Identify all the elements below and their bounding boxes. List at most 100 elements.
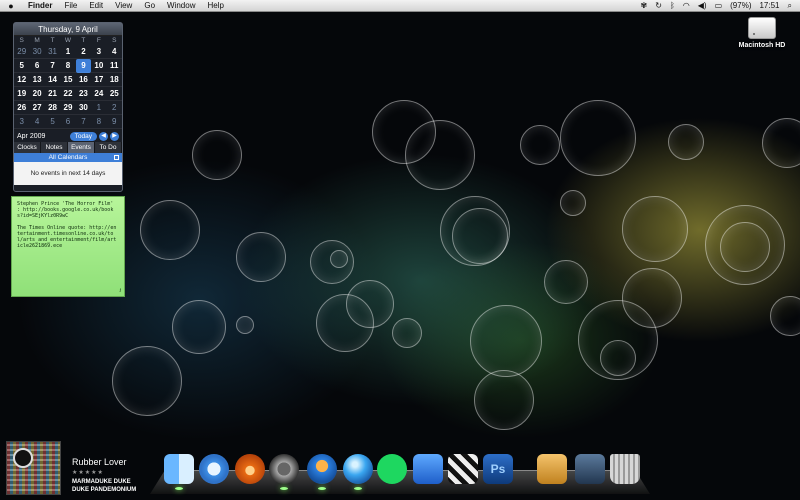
- calendar-day[interactable]: 22: [60, 87, 76, 101]
- calendar-day[interactable]: 31: [44, 45, 61, 59]
- bokeh-bubble: [470, 305, 542, 377]
- calendar-day[interactable]: 4: [106, 45, 122, 59]
- track-rating[interactable]: ★★★★★: [72, 469, 104, 476]
- calendar-day[interactable]: 6: [60, 115, 76, 129]
- calendar-day[interactable]: 30: [29, 45, 45, 59]
- menu-bar: ● Finder File Edit View Go Window Help ✾…: [0, 0, 800, 12]
- info-icon[interactable]: i: [119, 288, 121, 294]
- menu-help[interactable]: Help: [201, 1, 229, 10]
- bokeh-bubble: [622, 268, 682, 328]
- sticky-note-widget[interactable]: Stephen Prince 'The Horror Film' : http:…: [11, 196, 125, 297]
- calendar-day[interactable]: 8: [60, 59, 76, 73]
- menu-view[interactable]: View: [109, 1, 138, 10]
- calendar-day[interactable]: 4: [29, 115, 45, 129]
- dock-item-trash[interactable]: [609, 454, 641, 490]
- calendar-day[interactable]: 21: [44, 87, 61, 101]
- calendar-day[interactable]: 30: [75, 101, 92, 115]
- collapse-icon[interactable]: [114, 155, 119, 160]
- calendar-day[interactable]: 11: [106, 59, 122, 73]
- menu-edit[interactable]: Edit: [83, 1, 109, 10]
- dock-item-audio[interactable]: [268, 454, 300, 490]
- dock-item-clapper[interactable]: [447, 454, 479, 490]
- today-button[interactable]: Today: [69, 131, 97, 141]
- dock-item-safari[interactable]: [198, 454, 230, 490]
- battery-percent[interactable]: (97%): [730, 1, 751, 10]
- dock-item-globe[interactable]: [342, 454, 374, 490]
- menu-window[interactable]: Window: [161, 1, 201, 10]
- calendar-day[interactable]: 9: [106, 115, 122, 129]
- running-indicator: [175, 487, 183, 490]
- menu-go[interactable]: Go: [138, 1, 161, 10]
- calendar-day[interactable]: 16: [75, 73, 92, 87]
- dock-item-pencil[interactable]: [536, 454, 568, 490]
- dock-item-spotify[interactable]: [376, 454, 408, 490]
- calendar-day[interactable]: 2: [75, 45, 92, 59]
- dock-item-flag[interactable]: [412, 454, 444, 490]
- calendar-day[interactable]: 26: [14, 101, 30, 115]
- dock-item-bird[interactable]: [306, 454, 338, 490]
- calendar-day[interactable]: 7: [75, 115, 92, 129]
- calendar-day[interactable]: 3: [14, 115, 30, 129]
- calendar-day[interactable]: 8: [91, 115, 107, 129]
- macintosh-hd-icon[interactable]: Macintosh HD: [727, 17, 797, 49]
- calendar-day[interactable]: 1: [60, 45, 76, 59]
- spotlight-search-icon[interactable]: ⌕: [788, 1, 792, 11]
- calendar-day[interactable]: 23: [75, 87, 92, 101]
- weekday-label: S: [19, 37, 24, 44]
- dock-item-firefox[interactable]: [234, 454, 266, 490]
- dock-item-stack[interactable]: [574, 454, 606, 490]
- track-album: DUKE PANDEMONIUM: [72, 487, 137, 493]
- wifi-icon[interactable]: ◠: [683, 1, 690, 10]
- calendar-day[interactable]: 14: [44, 73, 61, 87]
- time-machine-icon[interactable]: ↻: [655, 1, 662, 10]
- calendar-day[interactable]: 24: [91, 87, 107, 101]
- tab-notes[interactable]: Notes: [41, 142, 68, 153]
- bokeh-bubble: [192, 130, 242, 180]
- bokeh-bubble: [770, 296, 800, 336]
- weekday-label: M: [34, 37, 40, 44]
- calendar-day[interactable]: 17: [91, 73, 107, 87]
- calendar-day[interactable]: 1: [91, 101, 107, 115]
- menu-clock[interactable]: 17:51: [759, 1, 779, 10]
- battery-icon[interactable]: ▭: [715, 1, 723, 10]
- calendar-day[interactable]: 5: [14, 59, 30, 73]
- next-month-icon[interactable]: ▶: [110, 131, 119, 141]
- calendar-day[interactable]: 25: [106, 87, 122, 101]
- tab-clocks[interactable]: Clocks: [14, 142, 41, 153]
- prev-month-icon[interactable]: ◀: [99, 131, 108, 141]
- bluetooth-icon[interactable]: ᛒ: [670, 1, 675, 10]
- menu-app-name[interactable]: Finder: [22, 1, 58, 10]
- calendar-day[interactable]: 18: [106, 73, 122, 87]
- calendar-day[interactable]: 19: [14, 87, 30, 101]
- calendar-day[interactable]: 9: [75, 59, 92, 73]
- calendar-day[interactable]: 28: [44, 101, 61, 115]
- tab-events[interactable]: Events: [68, 142, 95, 153]
- calendar-day[interactable]: 3: [91, 45, 107, 59]
- bokeh-bubble: [474, 370, 534, 430]
- calendar-day[interactable]: 29: [14, 45, 30, 59]
- calendar-day[interactable]: 29: [60, 101, 76, 115]
- bokeh-bubble: [452, 208, 508, 264]
- finder-icon: [164, 454, 194, 484]
- calendar-month-row: Apr 2009 Today ◀ ▶: [14, 129, 122, 142]
- calendar-day[interactable]: 2: [106, 101, 122, 115]
- dock-item-finder[interactable]: [163, 454, 195, 490]
- calendar-day[interactable]: 10: [91, 59, 107, 73]
- calendar-day[interactable]: 6: [29, 59, 45, 73]
- calendar-day[interactable]: 27: [29, 101, 45, 115]
- tab-todo[interactable]: To Do: [95, 142, 122, 153]
- calendar-section-header[interactable]: All Calendars: [14, 153, 122, 162]
- apple-logo-icon[interactable]: ●: [0, 1, 22, 11]
- calendar-day[interactable]: 20: [29, 87, 45, 101]
- calendar-day[interactable]: 15: [60, 73, 76, 87]
- calendar-day[interactable]: 7: [44, 59, 61, 73]
- calendar-day[interactable]: 13: [29, 73, 45, 87]
- calendar-day[interactable]: 5: [44, 115, 61, 129]
- bokeh-bubble: [720, 222, 770, 272]
- dock-item-photoshop[interactable]: Ps: [482, 454, 514, 490]
- volume-icon[interactable]: ◀): [698, 1, 707, 10]
- butterfly-icon[interactable]: ✾: [641, 1, 648, 10]
- menu-file[interactable]: File: [58, 1, 83, 10]
- calendar-day[interactable]: 12: [14, 73, 30, 87]
- album-art[interactable]: [6, 441, 61, 495]
